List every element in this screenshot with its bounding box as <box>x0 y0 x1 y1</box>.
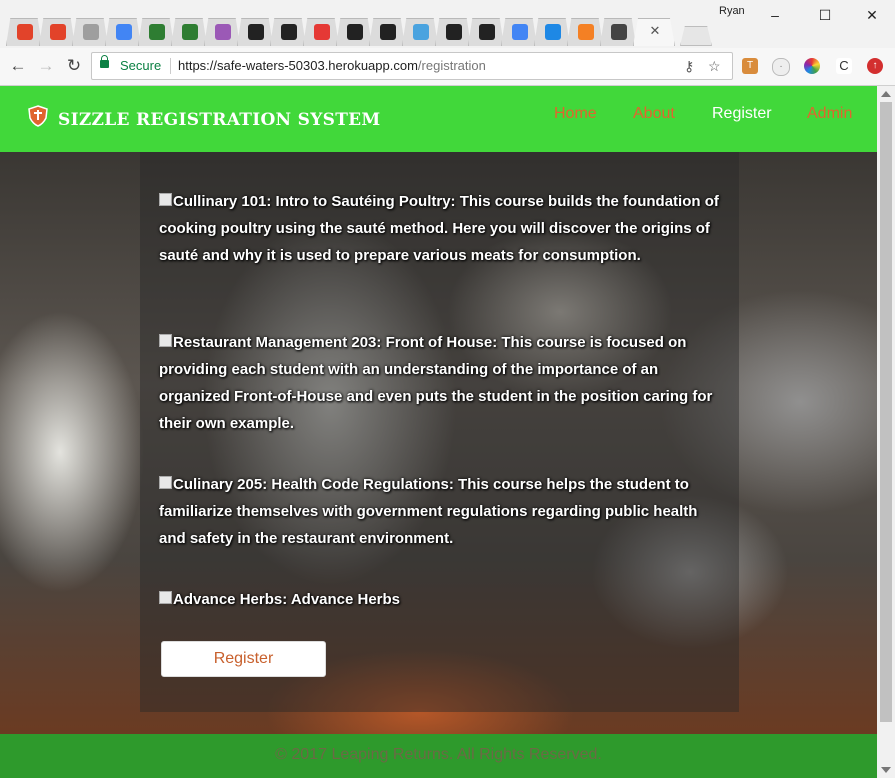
tab-strip: ✕ <box>6 18 712 46</box>
course-checkbox[interactable] <box>159 193 172 206</box>
gitlab-icon <box>17 24 33 40</box>
site-navbar: SIZZLE REGISTRATION SYSTEM Home About Re… <box>0 86 877 152</box>
close-window-button[interactable]: ✕ <box>857 6 887 24</box>
nav-about-link[interactable]: About <box>633 105 675 123</box>
extension-off-icon[interactable]: C <box>836 58 852 74</box>
course-item: Culinary 205: Health Code Regulations: T… <box>159 471 724 552</box>
url-path: /registration <box>417 58 486 73</box>
browser-tab[interactable] <box>72 18 108 46</box>
browser-tab[interactable] <box>303 18 339 46</box>
browser-tab[interactable] <box>270 18 306 46</box>
github-icon <box>281 24 297 40</box>
title-bar: ✕ Ryan – ☐ ✕ <box>0 0 895 46</box>
github-icon <box>479 24 495 40</box>
course-description: Restaurant Management 203: Front of Hous… <box>159 334 713 432</box>
code-icon <box>149 24 165 40</box>
browser-tab[interactable] <box>402 18 438 46</box>
register-submit-button[interactable]: Register <box>161 641 326 677</box>
google-icon <box>512 24 528 40</box>
course-checkbox[interactable] <box>159 476 172 489</box>
course-description: Cullinary 101: Intro to Sautéing Poultry… <box>159 193 719 264</box>
browser-tab[interactable] <box>600 18 636 46</box>
address-bar[interactable]: Secure https://safe-waters-50303.herokua… <box>91 52 733 80</box>
extension-hammer-icon[interactable]: T <box>742 58 758 74</box>
gitlab-icon <box>50 24 66 40</box>
nav-admin-link[interactable]: Admin <box>807 105 852 123</box>
close-tab-icon[interactable]: ✕ <box>647 24 663 40</box>
browser-tab[interactable] <box>138 18 174 46</box>
github-icon <box>446 24 462 40</box>
course-description: Culinary 205: Health Code Regulations: T… <box>159 476 698 547</box>
browser-tab[interactable] <box>6 18 42 46</box>
forward-icon[interactable]: → <box>35 55 57 77</box>
course-item: Cullinary 101: Intro to Sautéing Poultry… <box>159 188 724 269</box>
shield-logo-icon <box>28 105 48 127</box>
code-icon <box>182 24 198 40</box>
stack-icon <box>578 24 594 40</box>
minimize-button[interactable]: – <box>760 6 790 24</box>
browser-tab[interactable] <box>567 18 603 46</box>
extension-update-icon[interactable]: ↑ <box>867 58 883 74</box>
p-icon <box>413 24 429 40</box>
new-tab-button[interactable] <box>680 26 712 46</box>
nav-home-link[interactable]: Home <box>554 105 597 123</box>
codepen-icon <box>611 24 627 40</box>
url-host: https://safe-waters-50303.herokuapp.com <box>178 58 418 73</box>
browser-tab[interactable] <box>369 18 405 46</box>
reload-icon[interactable]: ↻ <box>63 55 85 77</box>
scroll-down-arrow-icon[interactable] <box>881 767 891 773</box>
browser-chrome: ✕ Ryan – ☐ ✕ ← → ↻ Secure https://safe-w… <box>0 0 895 86</box>
browser-tab[interactable] <box>435 18 471 46</box>
course-item: Restaurant Management 203: Front of Hous… <box>159 329 724 437</box>
browser-tab[interactable] <box>336 18 372 46</box>
browser-tab[interactable] <box>468 18 504 46</box>
docs-icon <box>116 24 132 40</box>
url-text[interactable]: https://safe-waters-50303.herokuapp.com/… <box>178 58 486 73</box>
nav-register-link[interactable]: Register <box>712 105 772 123</box>
github-icon <box>347 24 363 40</box>
page-icon <box>83 24 99 40</box>
key-icon[interactable]: ⚷ <box>684 58 694 75</box>
github-icon <box>248 24 264 40</box>
scroll-up-arrow-icon[interactable] <box>881 91 891 97</box>
course-checkbox[interactable] <box>159 334 172 347</box>
profile-name[interactable]: Ryan <box>719 5 745 17</box>
extension-color-icon[interactable] <box>804 58 820 74</box>
extension-circle-icon[interactable]: · <box>772 58 790 76</box>
browser-tab[interactable] <box>237 18 273 46</box>
course-item: Advance Herbs: Advance Herbs <box>159 586 724 613</box>
k-icon <box>215 24 231 40</box>
page-scrollbar[interactable] <box>877 86 895 778</box>
browser-tab[interactable] <box>105 18 141 46</box>
course-description: Advance Herbs: Advance Herbs <box>173 591 401 608</box>
browser-tab[interactable] <box>39 18 75 46</box>
secure-label: Secure <box>120 58 162 73</box>
back-icon[interactable]: ← <box>7 55 29 77</box>
browser-tab[interactable] <box>204 18 240 46</box>
course-checkbox[interactable] <box>159 591 172 604</box>
registration-panel: Cullinary 101: Intro to Sautéing Poultry… <box>140 152 739 712</box>
site-footer: © 2017 Leaping Returns. All Rights Reser… <box>0 734 877 778</box>
web-page: SIZZLE REGISTRATION SYSTEM Home About Re… <box>0 86 877 778</box>
browser-tab[interactable] <box>534 18 570 46</box>
wave-icon <box>545 24 561 40</box>
youtube-icon <box>314 24 330 40</box>
browser-tab[interactable] <box>171 18 207 46</box>
github-icon <box>380 24 396 40</box>
maximize-button[interactable]: ☐ <box>810 6 840 24</box>
active-browser-tab[interactable]: ✕ <box>633 18 675 46</box>
lock-icon <box>100 55 109 68</box>
address-separator <box>170 58 171 74</box>
scrollbar-thumb[interactable] <box>880 102 892 722</box>
browser-toolbar: ← → ↻ Secure https://safe-waters-50303.h… <box>0 48 895 86</box>
site-brand[interactable]: SIZZLE REGISTRATION SYSTEM <box>58 110 381 130</box>
bookmark-star-icon[interactable]: ☆ <box>708 58 721 75</box>
copyright-text: © 2017 Leaping Returns. All Rights Reser… <box>275 746 602 763</box>
browser-tab[interactable] <box>501 18 537 46</box>
